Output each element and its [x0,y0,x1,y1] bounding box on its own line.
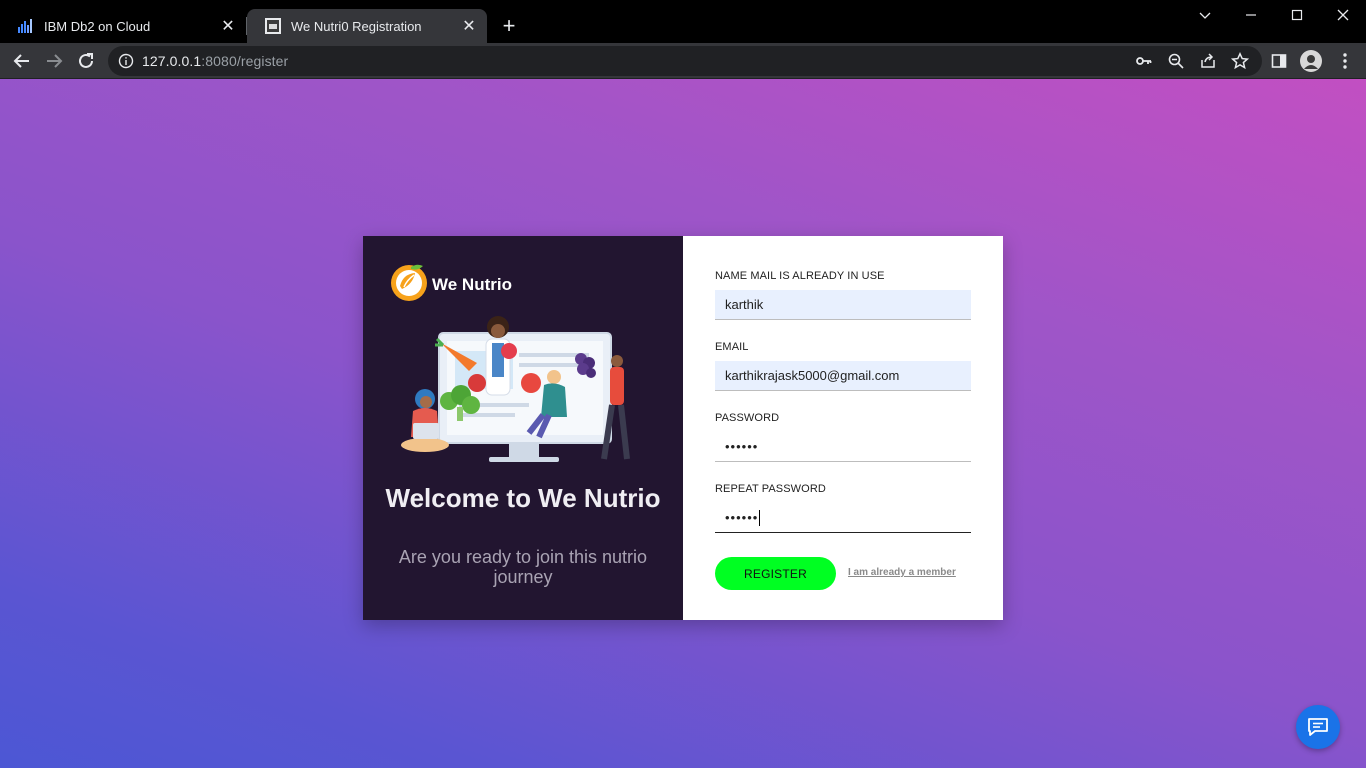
registration-card: We Nutrio Welcome to We Nutrio Are you r… [363,236,1003,620]
repeat-password-input[interactable]: •••••• [715,503,971,533]
key-icon[interactable] [1134,51,1154,71]
brand: We Nutrio [389,262,512,302]
reload-icon[interactable] [73,48,99,74]
name-input[interactable]: karthik [715,290,971,320]
maximize-icon[interactable] [1274,0,1320,30]
url-text: 127.0.0.1:8080/register [142,53,288,69]
url-host: 127.0.0.1 [142,53,202,69]
back-arrow-icon[interactable] [9,48,35,74]
ibm-db2-icon [17,17,35,35]
zoom-icon[interactable] [1166,51,1186,71]
browser-toolbar: 127.0.0.1:8080/register [0,43,1366,79]
tab-search-chevron-icon[interactable] [1182,0,1228,30]
more-menu-icon[interactable] [1334,50,1356,72]
password-input-value: •••••• [725,439,759,454]
nutrition-illustration [401,316,630,462]
name-input-value: karthik [725,297,764,312]
registration-form: NAME MAIL IS ALREADY IN USE karthik EMAI… [715,270,971,554]
tab-ibm-db2[interactable]: IBM Db2 on Cloud ✕ [0,9,246,43]
already-member-link[interactable]: I am already a member [848,567,956,578]
registration-form-panel: NAME MAIL IS ALREADY IN USE karthik EMAI… [683,236,1003,620]
we-nutrio-logo-icon [391,264,427,301]
repeat-password-input-value: •••••• [725,510,759,525]
repeat-password-field-label: REPEAT PASSWORD [715,483,826,495]
profile-avatar[interactable] [1300,50,1322,72]
new-tab-button[interactable]: + [497,13,521,38]
password-field-label: PASSWORD [715,412,780,424]
page-background: We Nutrio Welcome to We Nutrio Are you r… [0,79,1366,768]
info-icon[interactable] [118,53,134,69]
share-icon[interactable] [1198,51,1218,71]
tab-we-nutrio-registration[interactable]: We Nutri0 Registration ✕ [247,9,487,43]
password-input[interactable]: •••••• [715,432,971,462]
email-field-label: EMAIL [715,341,749,353]
welcome-panel: We Nutrio Welcome to We Nutrio Are you r… [363,236,683,620]
we-nutrio-favicon [264,17,282,35]
name-field-label: NAME MAIL IS ALREADY IN USE [715,270,885,282]
chat-icon [1308,718,1328,736]
browser-tab-bar: IBM Db2 on Cloud ✕ We Nutri0 Registratio… [0,0,1366,43]
tab-title: IBM Db2 on Cloud [44,18,151,34]
text-caret [759,509,761,526]
side-panel-icon[interactable] [1268,50,1290,72]
forward-arrow-icon[interactable] [41,48,67,74]
close-icon[interactable]: ✕ [220,18,236,35]
window-close-icon[interactable] [1320,0,1366,30]
address-bar[interactable]: 127.0.0.1:8080/register [108,46,1262,76]
url-path: :8080/register [201,53,289,69]
bookmark-star-icon[interactable] [1230,51,1250,71]
tab-title: We Nutri0 Registration [291,18,422,34]
welcome-title: Welcome to We Nutrio [385,483,661,513]
welcome-subtitle: Are you ready to join this nutrio journe… [398,547,648,587]
minimize-icon[interactable] [1228,0,1274,30]
email-input-value: karthikrajask5000@gmail.com [725,368,900,383]
register-button[interactable]: REGISTER [715,557,836,590]
chat-button[interactable] [1296,705,1340,749]
close-icon[interactable]: ✕ [461,18,477,35]
brand-name: We Nutrio [432,275,512,294]
email-input[interactable]: karthikrajask5000@gmail.com [715,361,971,391]
